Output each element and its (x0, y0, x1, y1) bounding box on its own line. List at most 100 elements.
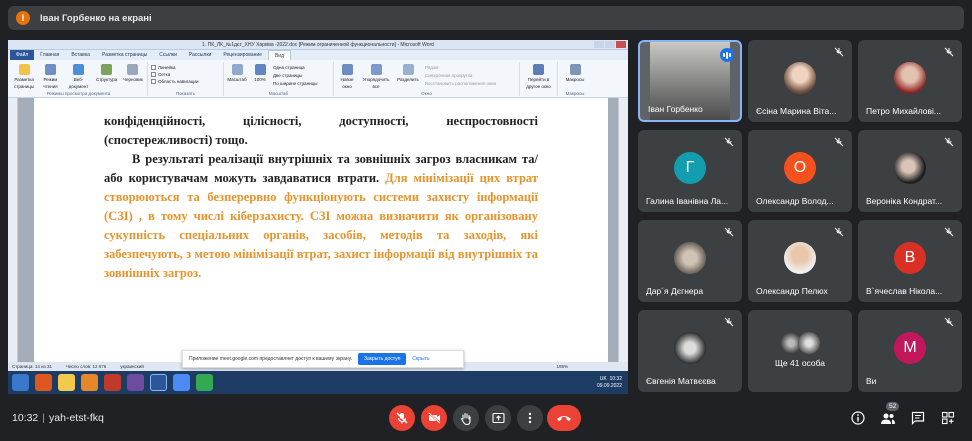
mic-off-icon (724, 227, 734, 237)
participant-count-badge: 52 (886, 402, 900, 411)
separator: | (42, 412, 46, 424)
word-ribbon-tabs: Файл Главная Вставка Разметка страницы С… (8, 50, 628, 60)
tray-clock: UK 10:32 09.09.2022 (597, 376, 622, 390)
info-icon (851, 411, 865, 425)
browser-icon (35, 374, 52, 391)
participant-photo (674, 242, 706, 274)
chat-button[interactable] (909, 409, 927, 427)
activities-icon (941, 411, 955, 425)
checkbox-icon (151, 72, 156, 77)
word-count: Число слов: 12 676 (65, 364, 107, 369)
tab-insert: Вставка (71, 52, 90, 58)
new-window-button: Новое окно (340, 77, 354, 89)
present-button[interactable] (485, 405, 511, 431)
group-avatar-2 (798, 332, 820, 354)
presenter-avatar: І (16, 11, 30, 25)
pdf-icon (104, 374, 121, 391)
tile-participant-5[interactable]: О Олександр Волод... (748, 130, 852, 212)
window-group-label: Окно (421, 91, 432, 96)
camera-off-icon (427, 412, 441, 424)
grid-checkbox: Сетка (151, 71, 170, 78)
tray-date: 09.09.2022 (596, 382, 622, 389)
participant-photo (894, 152, 926, 184)
zoom-100-button: 100% (254, 77, 266, 82)
web-layout-button: Веб-документ (68, 77, 89, 89)
vertical-ruler (8, 98, 18, 394)
tile-self[interactable]: М Ви (858, 310, 962, 392)
macros-button: Макросы (565, 77, 585, 82)
mic-off-icon (724, 137, 734, 147)
leave-call-button[interactable] (547, 405, 581, 431)
participant-photo (674, 332, 706, 364)
show-group-label: Показать (175, 91, 196, 96)
switch-window-button: Перейти в другое окно (526, 77, 551, 89)
participant-name: Олександр Волод... (756, 196, 834, 206)
tile-participant-6[interactable]: Вероніка Кондрат... (858, 130, 962, 212)
side-by-side-button: Рядом (425, 65, 439, 70)
tile-participant-3[interactable]: Петро Михайлові... (858, 40, 962, 122)
activities-button[interactable] (939, 409, 957, 427)
meeting-details-button[interactable] (849, 409, 867, 427)
page-count: Страница: 14 из 31 (12, 364, 52, 369)
ribbon-group-switch: Перейти в другое окно (520, 62, 558, 96)
hide-link: Скрыть (412, 356, 430, 362)
participant-avatar: О (784, 152, 816, 184)
more-vert-icon (528, 412, 532, 424)
participant-name: В`ячеслав Ніколa... (866, 286, 943, 296)
tile-participant-2[interactable]: Єсіна Марина Віта... (748, 40, 852, 122)
tile-more-participants[interactable]: Ще 41 особа (748, 310, 852, 392)
chrome-icon-2 (196, 374, 213, 391)
folder-icon (58, 374, 75, 391)
outline-button: Структура (95, 77, 118, 82)
windows-taskbar: UK 10:32 09.09.2022 (8, 371, 628, 394)
checkbox-icon (151, 79, 156, 84)
more-options-button[interactable] (517, 405, 543, 431)
participant-photo (784, 62, 816, 94)
camera-toggle-button[interactable] (421, 405, 447, 431)
doc-text-highlighted: Для мінімізації цих втрат створюються та… (104, 171, 538, 280)
word-ribbon: Разметка страницы Режим чтения Веб-докум… (8, 60, 628, 98)
mic-off-icon (944, 227, 954, 237)
tile-participant-10[interactable]: Євгенія Матвєєва (638, 310, 742, 392)
doc-paragraph-2: В результаті реалізації внутрішніх та зо… (104, 150, 538, 283)
page-width-button: По ширине страницы (273, 81, 318, 86)
macros-group-label: Макросы (565, 91, 585, 96)
doc-line-1: конфіденційності, цілісності, доступност… (104, 114, 538, 147)
participant-name: Іван Горбенко (648, 104, 703, 114)
tile-participant-8[interactable]: Олександр Пелюх (748, 220, 852, 302)
mic-toggle-button[interactable] (389, 405, 415, 431)
tile-participant-7[interactable]: Дар´я Дєгнера (638, 220, 742, 302)
raise-hand-button[interactable] (453, 405, 479, 431)
document-page: конфіденційності, цілісності, доступност… (34, 98, 608, 392)
meeting-code: yah-etst-fkq (49, 412, 104, 424)
sync-scroll-button: Синхронная прокрутка (425, 73, 473, 78)
people-button[interactable] (879, 409, 897, 427)
print-layout-button: Разметка страницы (14, 77, 35, 89)
split-button: Разделить (397, 77, 419, 82)
tab-view: Вид (267, 50, 291, 60)
tile-participant-4[interactable]: Г Галина Іванівна Ла... (638, 130, 742, 212)
shared-screen: 1. ПК_ЛК_№1дєт_ХНУ Харківа -2022.doc [Ре… (8, 40, 628, 394)
word-title: 1. ПК_ЛК_№1дєт_ХНУ Харківа -2022.doc [Ре… (202, 42, 434, 48)
participant-avatar: Г (674, 152, 706, 184)
views-group-label: Режимы просмотра документа (46, 91, 111, 96)
web-layout-icon (73, 64, 85, 75)
tile-ivan-horbenko[interactable]: Іван Горбенко (638, 40, 742, 122)
clock: 10:32 (12, 412, 39, 424)
checkbox-icon (151, 65, 156, 70)
tab-mailings: Рассылки (188, 52, 212, 58)
new-window-icon (341, 64, 353, 75)
arrange-all-button: Упорядочить все (362, 77, 390, 89)
mic-off-icon (396, 412, 408, 424)
meet-window: І Іван Горбенко на екрані 1. ПК_ЛК_№1дєт… (0, 0, 972, 441)
chat-icon (911, 411, 925, 425)
draft-button: Черновик (122, 77, 143, 82)
zoom-button: Масштаб (227, 77, 247, 82)
participant-name: Єсіна Марина Віта... (756, 106, 837, 116)
reset-position-button: Восстановить расположение окна (425, 81, 497, 86)
participant-name: Дар´я Дєгнера (646, 286, 704, 296)
zoom-group-label: Масштаб (268, 91, 289, 96)
participant-name: Петро Михайлові... (866, 106, 941, 116)
tile-participant-9[interactable]: В В`ячеслав Ніколa... (858, 220, 962, 302)
stop-sharing-button: Закрыть доступ (358, 353, 407, 365)
